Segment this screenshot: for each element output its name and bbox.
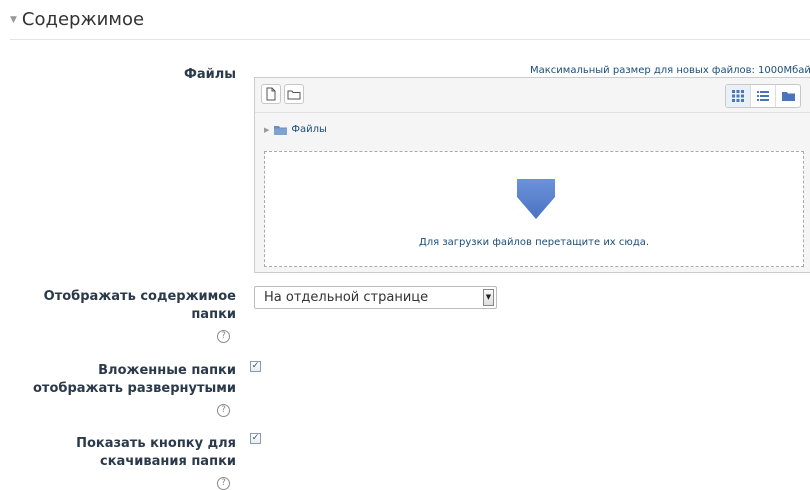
dropdown-arrow-icon[interactable]: ▼ (483, 289, 494, 306)
path-folder-name[interactable]: Файлы (291, 124, 327, 135)
add-file-button[interactable] (261, 84, 281, 104)
display-mode-selected-value: На отдельной странице (264, 290, 429, 305)
max-size-text: Максимальный размер для новых файлов: 10… (530, 65, 810, 76)
expand-subfolders-label: Вложенные папки отображать развернутыми (33, 362, 236, 398)
create-folder-button[interactable] (284, 84, 304, 104)
triangle-down-icon[interactable]: ▼ (10, 15, 17, 25)
download-button-label: Показать кнопку для скачивания папки (76, 435, 236, 471)
view-switcher (725, 84, 801, 108)
section-divider (10, 39, 810, 40)
list-view-icon (757, 91, 769, 101)
folder-icon (274, 125, 288, 135)
add-file-icon (266, 87, 276, 101)
help-icon[interactable]: ? (217, 477, 230, 490)
file-path-breadcrumb[interactable]: ▶ Файлы (264, 124, 327, 135)
create-folder-icon (287, 90, 301, 100)
file-manager: ▶ Файлы Для загрузки файлов перетащите и… (254, 77, 810, 273)
download-button-label-line1: Показать кнопку для (76, 436, 236, 451)
drop-zone-text: Для загрузки файлов перетащите их сюда. (418, 237, 650, 248)
display-mode-select[interactable]: На отдельной странице ▼ (254, 286, 497, 309)
help-icon[interactable]: ? (217, 404, 230, 417)
display-mode-label: Отображать содержимое папки (44, 288, 236, 324)
tree-view-button[interactable] (776, 85, 800, 107)
file-drop-zone[interactable]: Для загрузки файлов перетащите их сюда. (264, 151, 804, 267)
grid-view-button[interactable] (726, 85, 751, 107)
tree-view-icon (781, 92, 795, 101)
display-mode-label-line1: Отображать содержимое (43, 289, 236, 304)
help-icon[interactable]: ? (217, 330, 230, 343)
expand-triangle-icon[interactable]: ▶ (264, 126, 269, 134)
download-arrow-icon (517, 179, 555, 219)
file-manager-toolbar (255, 78, 810, 113)
list-view-button[interactable] (751, 85, 776, 107)
section-title: Содержимое (21, 9, 145, 30)
files-label: Файлы (183, 67, 236, 82)
download-button-label-line2: скачивания папки (100, 454, 236, 469)
expand-subfolders-checkbox[interactable]: ✓ (250, 361, 261, 372)
grid-view-icon (732, 90, 744, 102)
expand-subfolders-label-line1: Вложенные папки (98, 363, 236, 378)
download-button-checkbox[interactable]: ✓ (250, 433, 261, 444)
expand-subfolders-label-line2: отображать развернутыми (32, 381, 236, 396)
section-header[interactable]: ▼ Содержимое (10, 9, 144, 30)
display-mode-label-line2: папки (191, 307, 236, 322)
